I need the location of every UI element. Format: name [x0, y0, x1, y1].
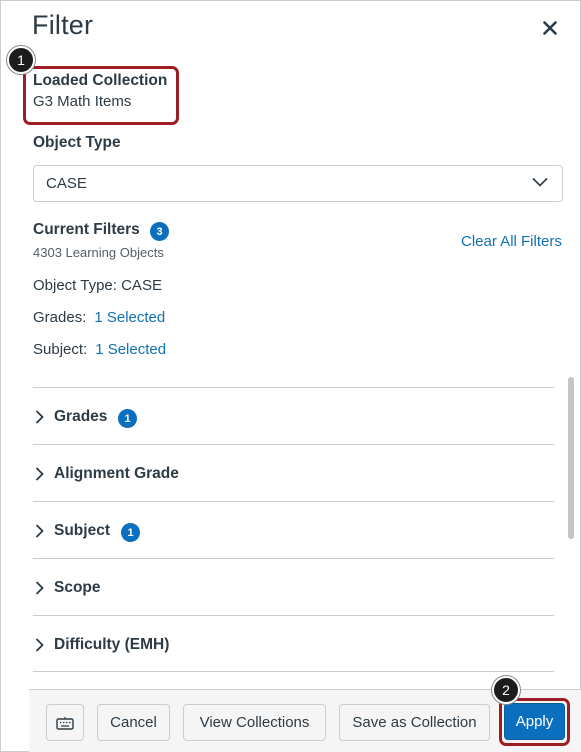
accordion-label: Grades: [54, 408, 108, 425]
filter-summary-object-type: Object Type: CASE: [33, 277, 162, 294]
chevron-right-icon: [35, 638, 44, 652]
keyboard-shortcuts-button[interactable]: [46, 704, 84, 741]
accordion-scope[interactable]: Scope: [33, 558, 554, 615]
accordion-label: Scope: [54, 579, 101, 596]
close-icon: [543, 21, 557, 35]
accordion-grades[interactable]: Grades 1: [33, 387, 554, 444]
filter-modal: Filter 1 Loaded Collection G3 Math Items…: [0, 0, 581, 752]
keyboard-icon: [56, 716, 74, 730]
filter-summary-grades: Grades: 1 Selected: [33, 309, 165, 326]
grades-selected-link[interactable]: 1 Selected: [94, 309, 165, 326]
clear-all-filters-link[interactable]: Clear All Filters: [461, 233, 562, 250]
view-collections-button[interactable]: View Collections: [183, 704, 326, 741]
current-filters-count-badge: 3: [150, 222, 169, 241]
filter-summary-subject: Subject: 1 Selected: [33, 341, 166, 358]
chevron-right-icon: [35, 524, 44, 538]
chevron-down-icon: [532, 177, 548, 187]
subject-selected-link[interactable]: 1 Selected: [95, 341, 166, 358]
scrollbar-thumb[interactable]: [568, 377, 574, 539]
filter-summary-label: Object Type: CASE: [33, 277, 162, 294]
close-button[interactable]: [537, 15, 563, 41]
callout-marker: 1: [7, 46, 35, 74]
filter-accordion: Grades 1 Alignment Grade Subject 1 Scope: [33, 387, 554, 672]
accordion-label: Alignment Grade: [54, 465, 179, 482]
object-type-label: Object Type: [33, 134, 121, 151]
current-filters-label: Current Filters: [33, 221, 140, 238]
accordion-label: Difficulty (EMH): [54, 636, 170, 653]
accordion-count-badge: 1: [121, 523, 140, 542]
filter-summary-label: Subject:: [33, 341, 88, 358]
chevron-right-icon: [35, 467, 44, 481]
save-as-collection-button[interactable]: Save as Collection: [339, 704, 490, 741]
learning-objects-count: 4303 Learning Objects: [33, 245, 164, 260]
accordion-alignment-grade[interactable]: Alignment Grade: [33, 444, 554, 501]
callout-marker: 2: [492, 676, 520, 704]
apply-highlight: [499, 698, 570, 746]
loaded-collection-highlight: [23, 66, 179, 125]
accordion-subject[interactable]: Subject 1: [33, 501, 554, 558]
object-type-selected-value: CASE: [46, 175, 87, 192]
chevron-right-icon: [35, 410, 44, 424]
filter-summary-label: Grades:: [33, 309, 87, 326]
accordion-label: Subject: [54, 522, 110, 539]
chevron-right-icon: [35, 581, 44, 595]
accordion-count-badge: 1: [118, 409, 137, 428]
object-type-select[interactable]: CASE: [33, 165, 563, 202]
accordion-difficulty[interactable]: Difficulty (EMH): [33, 615, 554, 672]
cancel-button[interactable]: Cancel: [97, 704, 170, 741]
modal-title: Filter: [32, 10, 94, 40]
